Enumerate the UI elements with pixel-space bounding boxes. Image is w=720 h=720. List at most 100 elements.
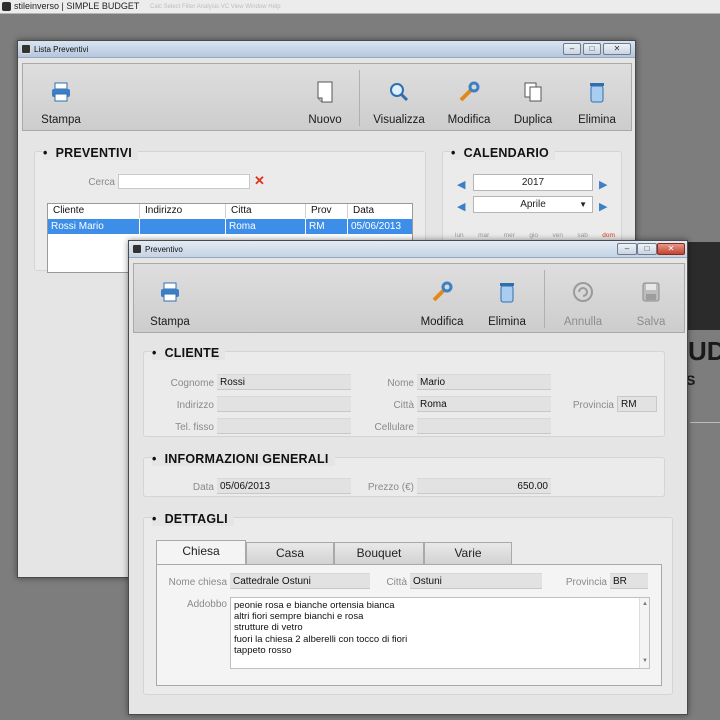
tel-fisso-label: Tel. fisso (175, 422, 214, 433)
close-button[interactable]: ✕ (657, 243, 685, 255)
maximize-button[interactable]: □ (637, 243, 657, 255)
brand-text: UD (688, 336, 720, 366)
toolbar-separator (544, 270, 545, 328)
nuovo-button[interactable]: Nuovo (300, 74, 350, 126)
cognome-field[interactable]: Rossi (217, 374, 351, 390)
toolbar-separator (359, 70, 360, 126)
weekday: mer (503, 232, 515, 239)
tab-casa[interactable]: Casa (246, 542, 334, 564)
annulla-button[interactable]: Annulla (556, 274, 610, 328)
addobbo-line: fuori la chiesa 2 alberelli con tocco di… (234, 633, 408, 645)
provincia-chiesa-field[interactable]: BR (610, 573, 648, 589)
lista-window-title: Lista Preventivi (34, 45, 89, 54)
scroll-down-icon[interactable]: ▼ (642, 656, 648, 667)
preventivo-title-bar: Preventivo – □ ✕ (129, 241, 687, 258)
wrench-icon (459, 81, 480, 102)
addobbo-textarea[interactable]: peonie rosa e bianche ortensia bianca al… (230, 597, 650, 669)
addobbo-label: Addobbo (186, 599, 227, 610)
app-menu-strip: Calc Select Filter Analysis VC View Wind… (150, 4, 281, 10)
addobbo-line: altri fiori sempre bianchi e rosa (234, 611, 364, 623)
indirizzo-field[interactable] (217, 396, 351, 412)
modifica-button[interactable]: Modifica (414, 274, 470, 328)
cell-cliente: Rossi Mario (48, 219, 140, 234)
preventivo-toolbar: Stampa Modifica Elimina Annulla Salva (133, 263, 685, 333)
close-button[interactable]: ✕ (603, 43, 631, 55)
nome-chiesa-label: Nome chiesa (168, 577, 227, 588)
cellulare-label: Cellulare (374, 422, 414, 433)
year-field[interactable]: 2017 (473, 174, 593, 191)
tab-chiesa[interactable]: Chiesa (156, 540, 246, 564)
prev-month-arrow-icon[interactable]: ◀ (457, 200, 465, 213)
divider (690, 422, 720, 423)
modifica-button[interactable]: Modifica (439, 74, 499, 126)
column-header[interactable]: Prov (306, 204, 348, 218)
cellulare-field[interactable] (417, 418, 551, 434)
citta-chiesa-label: Città (386, 577, 407, 588)
addobbo-line: tappeto rosso (234, 644, 292, 656)
window-app-icon (132, 244, 142, 254)
prev-year-arrow-icon[interactable]: ◀ (457, 178, 465, 191)
weekday: gio (529, 232, 539, 239)
save-disk-icon (642, 282, 660, 302)
column-header[interactable]: Data (348, 204, 412, 218)
cell-indirizzo (140, 219, 226, 234)
trash-icon (500, 283, 514, 303)
tab-bouquet[interactable]: Bouquet (334, 542, 424, 564)
cell-citta: Roma (226, 219, 306, 234)
addobbo-line: peonie rosa e bianche ortensia bianca (234, 600, 395, 611)
scroll-up-icon[interactable]: ▲ (642, 599, 648, 610)
minimize-button[interactable]: – (617, 243, 637, 255)
lista-title-bar: Lista Preventivi – □ ✕ (18, 41, 635, 58)
prezzo-field[interactable]: 650.00 (417, 478, 551, 494)
cognome-label: Cognome (170, 378, 214, 389)
dropdown-arrow-icon: ▼ (579, 200, 587, 209)
duplica-button[interactable]: Duplica (507, 74, 559, 126)
table-row[interactable]: Rossi Mario Roma RM 05/06/2013 (48, 219, 412, 234)
nome-label: Nome (387, 378, 414, 389)
citta-chiesa-field[interactable]: Ostuni (410, 573, 542, 589)
informazioni-panel: INFORMAZIONI GENERALI Data 05/06/2013 Pr… (143, 452, 665, 497)
lista-toolbar: Stampa Nuovo Visualizza Modifica Duplica… (22, 63, 632, 131)
minimize-button[interactable]: – (563, 43, 581, 55)
weekday: ven (552, 232, 563, 239)
maximize-button[interactable]: □ (583, 43, 601, 55)
citta-label: Città (393, 400, 414, 411)
data-field[interactable]: 05/06/2013 (217, 478, 351, 494)
cell-data: 05/06/2013 (351, 221, 402, 232)
nome-field[interactable]: Mario (417, 374, 551, 390)
elimina-button[interactable]: Elimina (482, 274, 532, 328)
clear-search-icon[interactable]: ✕ (254, 173, 265, 189)
textarea-scrollbar[interactable]: ▲ ▼ (639, 598, 649, 668)
prezzo-label: Prezzo (€) (367, 482, 414, 493)
elimina-button[interactable]: Elimina (571, 74, 623, 126)
provincia-field[interactable]: RM (617, 396, 657, 412)
next-month-arrow-icon[interactable]: ▶ (599, 200, 607, 213)
printer-icon (161, 282, 179, 302)
next-year-arrow-icon[interactable]: ▶ (599, 178, 607, 191)
salva-button[interactable]: Salva (624, 274, 678, 328)
column-header[interactable]: Citta (226, 204, 306, 218)
tel-fisso-field[interactable] (217, 418, 351, 434)
preventivo-window: Preventivo – □ ✕ Stampa Modifica Elimina… (128, 240, 688, 715)
stampa-button[interactable]: Stampa (142, 274, 198, 328)
tab-varie[interactable]: Varie (424, 542, 512, 564)
weekday: mar (478, 232, 490, 239)
trash-icon (590, 83, 604, 103)
provincia-label: Provincia (572, 400, 614, 411)
app-title: stileinverso | SIMPLE BUDGET (14, 1, 140, 11)
nome-chiesa-field[interactable]: Cattedrale Ostuni (230, 573, 370, 589)
window-app-icon (21, 44, 31, 54)
app-logo-icon (2, 2, 11, 11)
column-header[interactable]: Cliente (48, 204, 140, 218)
weekday: lun (455, 232, 464, 239)
stampa-button[interactable]: Stampa (31, 74, 91, 126)
duplicate-icon (524, 82, 542, 102)
column-header[interactable]: Indirizzo (140, 204, 226, 218)
visualizza-button[interactable]: Visualizza (369, 74, 429, 126)
weekday: dom (602, 232, 615, 239)
citta-field[interactable]: Roma (417, 396, 551, 412)
app-title-bar: stileinverso | SIMPLE BUDGET Calc Select… (0, 0, 720, 14)
wrench-icon (432, 281, 453, 302)
month-select[interactable]: Aprile ▼ (473, 196, 593, 213)
search-input[interactable] (118, 174, 250, 189)
